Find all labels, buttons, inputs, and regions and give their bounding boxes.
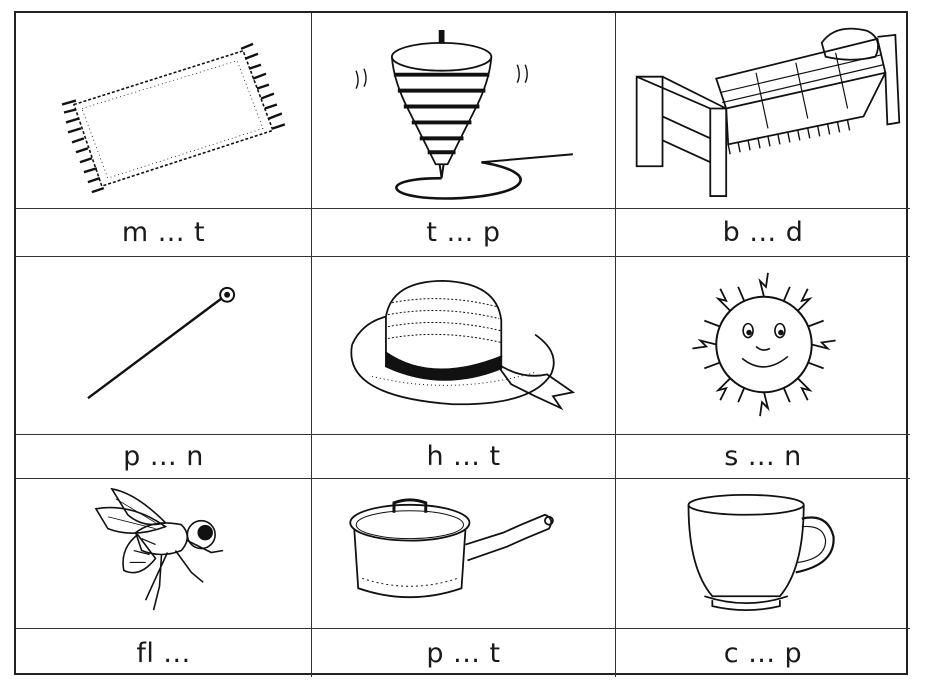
bed-icon [635,27,901,197]
picture-cell-cup [616,479,910,629]
sun-icon [692,272,836,417]
word-label-cup: c ... p [723,637,803,669]
picture-cell-bed [616,13,910,209]
picture-cell-pot [312,479,616,629]
picture-cell-sun [616,257,910,435]
word-label-bed: b ... d [616,209,910,257]
picture-cell-pin [16,257,312,435]
fly-icon [94,487,224,611]
worksheet-grid: m ... t t ... p b ... d p ... n h ... t … [14,11,910,677]
word-label-top: t ... p [312,209,616,257]
cup-icon [687,493,835,611]
word-label-mat: m ... t [16,209,312,257]
word-label-pot: p ... t [312,629,616,677]
pot-icon [349,498,554,599]
picture-cell-mat [16,13,312,209]
hat-icon [350,279,576,411]
word-label-sun: s ... n [616,435,910,479]
word-label-fly: fl ... [16,629,312,677]
word-label-hat: h ... t [312,435,616,479]
pin-icon [87,286,236,400]
word-label-pin: p ... n [16,435,312,479]
picture-cell-top [312,13,616,209]
picture-cell-hat [312,257,616,435]
rug-icon [61,42,286,194]
picture-cell-fly [16,479,312,629]
spinning-top-icon [355,30,574,200]
